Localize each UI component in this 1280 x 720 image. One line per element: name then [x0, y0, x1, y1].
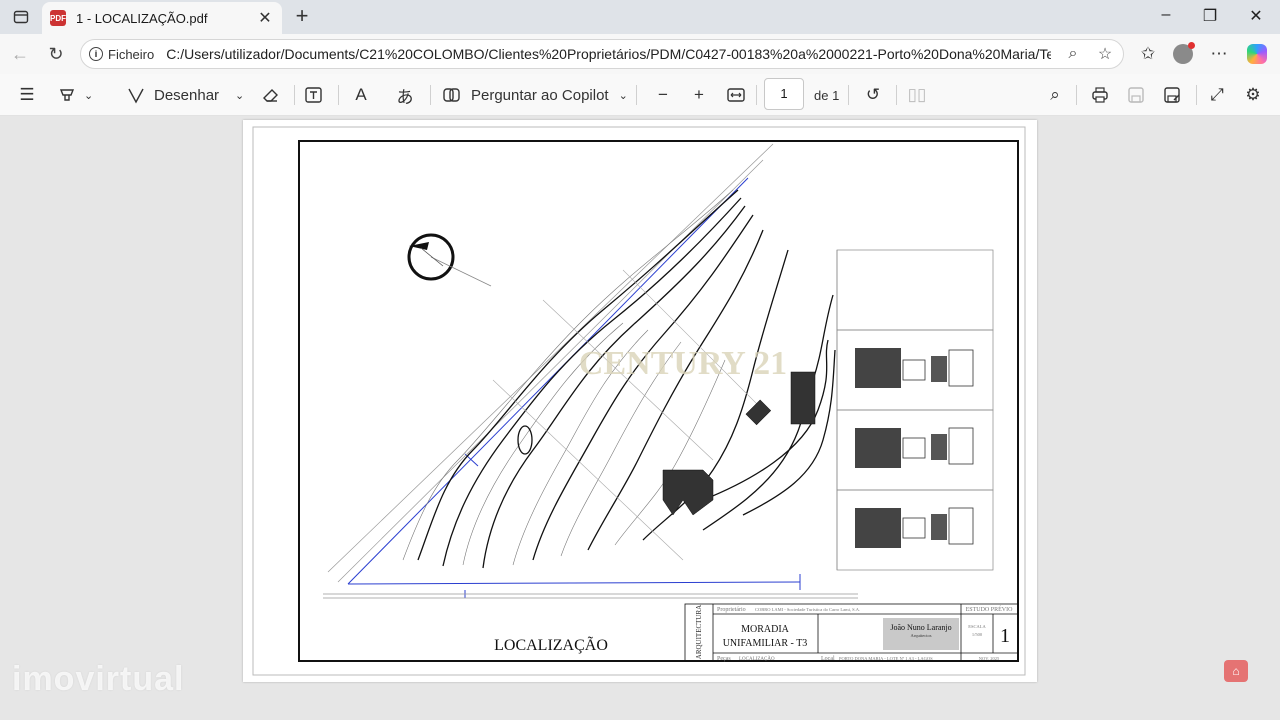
north-arrow-icon: [407, 233, 492, 287]
tab-active[interactable]: PDF 1 - LOCALIZAÇÃO.pdf ✕: [42, 2, 282, 34]
back-button[interactable]: ←: [8, 42, 32, 66]
copilot-ask-button[interactable]: Perguntar ao Copilot ⌄: [442, 83, 628, 107]
find-button[interactable]: ⌕: [1044, 83, 1066, 107]
rotate-button[interactable]: ↺: [862, 83, 884, 107]
phase-label: ESTUDO PRÉVIO: [966, 605, 1014, 613]
highlighter-icon: [59, 89, 75, 101]
contents-button[interactable]: ☰: [16, 83, 38, 107]
zoom-in-button[interactable]: +: [688, 83, 710, 107]
address-bar[interactable]: i Ficheiro C:/Users/utilizador/Documents…: [80, 39, 1124, 69]
rotate-icon: ↺: [865, 85, 881, 104]
drawing-title: LOCALIZAÇÃO: [494, 636, 608, 654]
zoom-icon[interactable]: ⌕: [1063, 45, 1083, 63]
address-bar-row: ← ↻ i Ficheiro C:/Users/utilizador/Docum…: [0, 34, 1280, 74]
restore-button[interactable]: ❐: [1190, 6, 1230, 26]
list-icon: ☰: [19, 85, 35, 104]
translate-icon: あ: [396, 87, 414, 107]
url-text[interactable]: C:/Users/utilizador/Documents/C21%20COLO…: [166, 46, 1051, 62]
pdf-file-icon: PDF: [50, 10, 66, 26]
new-tab-button[interactable]: +: [290, 5, 314, 27]
read-aloud-icon: A: [355, 85, 367, 104]
century21-watermark: CENTURY 21: [579, 345, 787, 382]
pdf-page: CENTURY 21 LOCALIZAÇÃO ARQUITECTURA Prop…: [243, 120, 1037, 682]
expand-icon: ⤢: [1210, 85, 1224, 104]
save-button[interactable]: [1126, 83, 1146, 107]
tab-title: 1 - LOCALIZAÇÃO.pdf: [76, 10, 208, 26]
discipline-label: ARQUITECTURA: [695, 605, 703, 659]
project-name-line1: MORADIA: [741, 624, 790, 635]
zoom-out-button[interactable]: −: [652, 83, 674, 107]
info-icon[interactable]: i: [89, 47, 103, 61]
tab-actions-icon: [13, 10, 29, 24]
project-name-line2: UNIFAMILIAR - T3: [723, 638, 808, 649]
more-options-icon[interactable]: ⋯: [1206, 42, 1232, 66]
owner-value: COBRO LAMI - Sociedade Turística do Carr…: [755, 607, 860, 613]
read-aloud-button[interactable]: A: [350, 83, 372, 107]
copilot-button[interactable]: [1244, 42, 1270, 66]
favorite-star-icon[interactable]: ☆: [1095, 44, 1115, 64]
print-button[interactable]: [1090, 83, 1110, 107]
fullscreen-button[interactable]: ⤢: [1206, 83, 1228, 107]
pdf-viewer[interactable]: CENTURY 21 LOCALIZAÇÃO ARQUITECTURA Prop…: [0, 116, 1280, 720]
architect-name: João Nuno Laranjo: [890, 623, 951, 632]
text-button[interactable]: [304, 83, 324, 107]
acrobat-icon[interactable]: ⌂: [1224, 660, 1248, 682]
highlight-button[interactable]: ⌄: [58, 83, 93, 107]
avatar: [1173, 42, 1195, 64]
tab-actions-button[interactable]: [10, 6, 32, 28]
gear-icon: ⚙: [1245, 85, 1261, 104]
minus-icon: −: [658, 85, 668, 104]
scale-label: ESCALA: [968, 624, 986, 629]
copilot-outline-icon: [443, 88, 460, 102]
favorites-icon[interactable]: ✩: [1135, 42, 1161, 66]
two-page-icon: ▯▯: [907, 85, 927, 104]
refresh-button[interactable]: ↻: [44, 42, 68, 66]
scale-value: 1/500: [972, 632, 983, 637]
save-as-button[interactable]: [1162, 83, 1182, 107]
close-tab-icon[interactable]: ✕: [256, 8, 274, 28]
architect-role: Arquitectos: [911, 633, 932, 638]
minimize-button[interactable]: –: [1146, 6, 1186, 24]
settings-button[interactable]: ⚙: [1242, 83, 1264, 107]
chevron-down-icon[interactable]: ⌄: [619, 89, 628, 102]
draw-label: Desenhar: [154, 86, 220, 104]
tab-strip: PDF 1 - LOCALIZAÇÃO.pdf ✕ + – ❐ ✕: [0, 0, 1280, 34]
local-label: Local: [821, 656, 835, 662]
peca-label: Peças: [717, 656, 731, 662]
copilot-ask-label: Perguntar ao Copilot: [471, 86, 609, 104]
sheet-number: 1: [1000, 625, 1010, 647]
search-icon: ⌕: [1050, 85, 1060, 104]
owner-label: Proprietário: [717, 607, 746, 613]
site-plan-drawing: CENTURY 21 LOCALIZAÇÃO ARQUITECTURA Prop…: [252, 126, 1026, 676]
chevron-down-icon[interactable]: ⌄: [84, 89, 93, 102]
profile-button[interactable]: [1170, 42, 1196, 66]
peca-value: LOCALIZAÇÃO: [739, 656, 775, 662]
save-icon: [1128, 87, 1144, 103]
eraser-icon: [263, 89, 278, 102]
page-count-label: de 1: [814, 87, 840, 103]
save-as-icon: [1164, 87, 1180, 103]
print-icon: [1092, 87, 1108, 103]
neighbour-houses: [855, 348, 974, 548]
local-value: PORTO DONA MARIA - LOTE Nº 1 A3 - LAGOS: [839, 656, 933, 661]
page-number-input[interactable]: 1: [764, 78, 804, 110]
fit-width-icon: [727, 88, 745, 102]
chevron-down-icon[interactable]: ⌄: [235, 89, 244, 102]
page-view-button[interactable]: ▯▯: [906, 83, 928, 107]
imovirtual-watermark: imovirtual: [12, 660, 185, 698]
translate-button[interactable]: あ: [394, 83, 416, 107]
pdf-toolbar: ☰ ⌄ Desenhar ⌄ A あ Perguntar ao Copilot …: [0, 74, 1280, 116]
close-window-button[interactable]: ✕: [1236, 6, 1276, 26]
text-box-icon: [305, 87, 322, 103]
fit-page-button[interactable]: [726, 83, 746, 107]
date-value: NOV. 2025: [979, 656, 1000, 661]
plus-icon: +: [694, 85, 704, 104]
pen-icon: [128, 88, 144, 104]
eraser-button[interactable]: [260, 83, 280, 107]
address-scheme-label: Ficheiro: [108, 46, 155, 62]
draw-button[interactable]: Desenhar ⌄: [126, 83, 244, 107]
copilot-icon: [1247, 44, 1267, 64]
